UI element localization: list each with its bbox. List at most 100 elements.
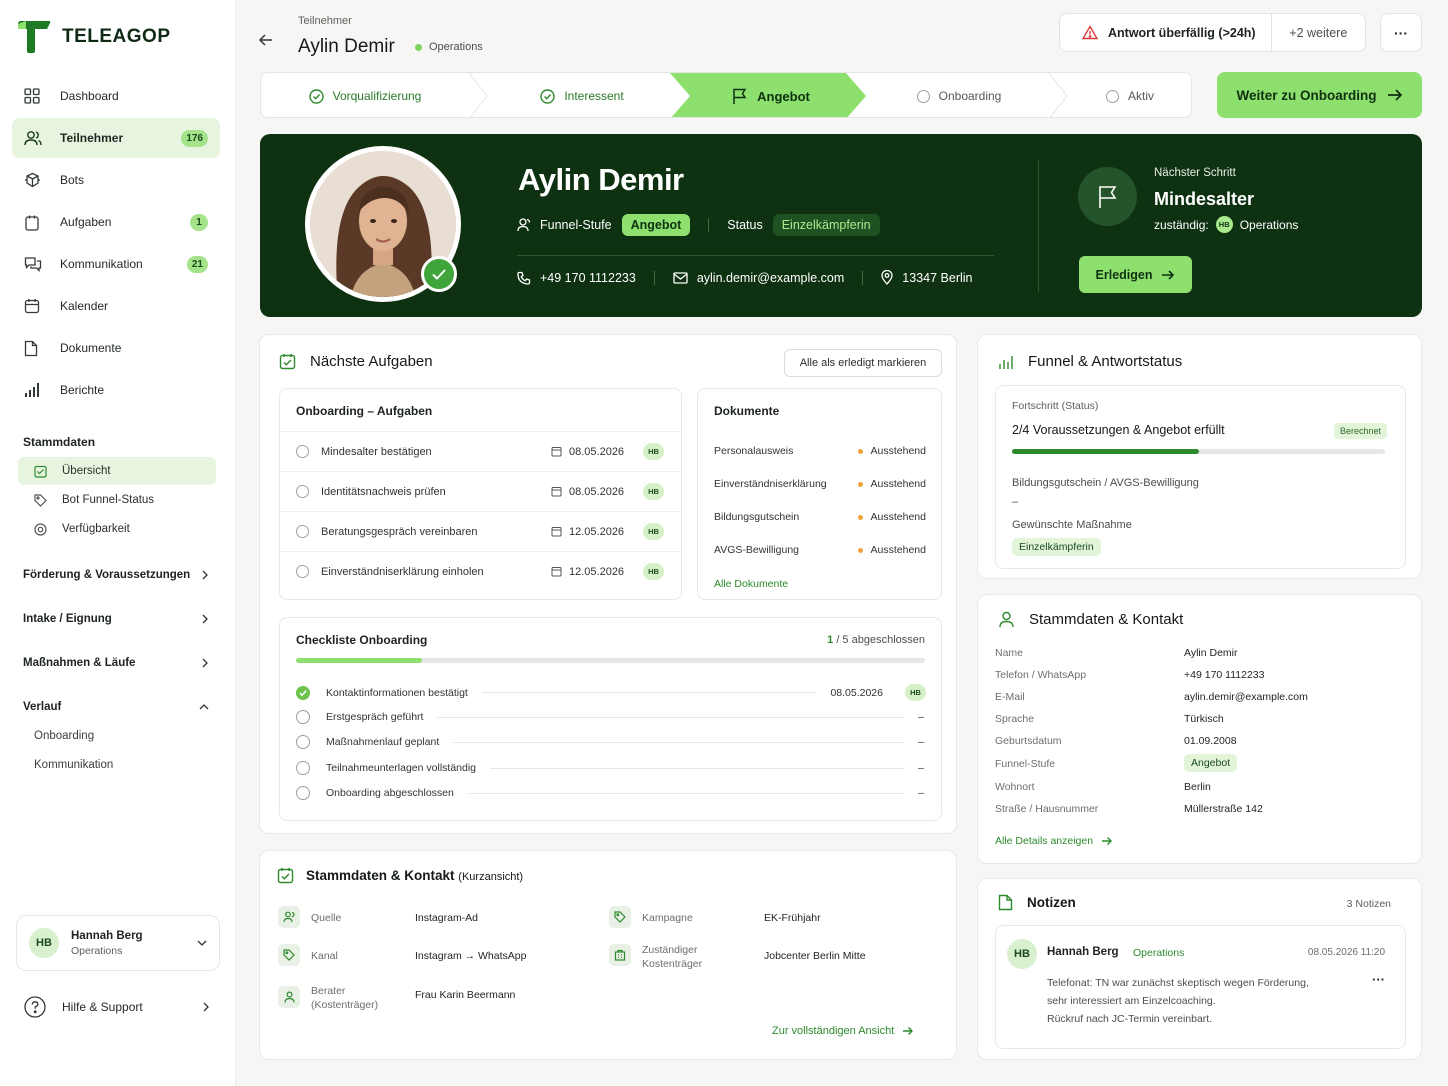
section-title-stammdaten: Stammdaten — [23, 435, 96, 449]
nav-item-kommunikation[interactable]: Kommunikation 21 — [12, 244, 220, 284]
checklist-checkbox[interactable] — [296, 761, 310, 775]
nav-item-aufgaben[interactable]: Aufgaben 1 — [12, 202, 220, 242]
email-link[interactable]: aylin.demir@example.com — [697, 271, 844, 285]
note-more-button[interactable]: ··· — [1372, 972, 1385, 987]
task-checkbox[interactable] — [296, 565, 309, 578]
group-label: Maßnahmen & Läufe — [23, 657, 136, 669]
task-row[interactable]: Identitätsnachweis prüfen 08.05.2026 HB — [280, 471, 681, 511]
group-label: Intake / Eignung — [23, 613, 112, 625]
document-row[interactable]: Einverständniserklärung Ausstehend — [714, 478, 926, 490]
card-title-text: Stammdaten & Kontakt — [1029, 611, 1184, 628]
breadcrumb[interactable]: Teilnehmer — [298, 15, 352, 27]
pending-dot — [857, 548, 863, 553]
step-onboarding[interactable]: Onboarding — [867, 73, 1051, 117]
main-nav: Dashboard Teilnehmer 176 Bots Aufgaben 1… — [12, 76, 220, 412]
sub-item-uebersicht[interactable]: Übersicht — [18, 457, 216, 485]
nav-item-dokumente[interactable]: Dokumente — [12, 328, 220, 368]
nav-label: Dokumente — [60, 341, 122, 355]
group-intake[interactable]: Intake / Eignung — [23, 613, 209, 625]
divider — [1038, 160, 1039, 292]
app-logo[interactable]: TELEAGOP — [16, 20, 171, 54]
task-checkbox[interactable] — [296, 525, 309, 538]
responsible-label: zuständig: — [1154, 217, 1209, 232]
sub-item-bot-funnel-status[interactable]: Bot Funnel-Status — [18, 486, 216, 514]
document-row[interactable]: Bildungsgutschein Ausstehend — [714, 511, 926, 523]
task-row[interactable]: Einverständniserklärung einholen 12.05.2… — [280, 551, 681, 591]
tag-icon — [34, 493, 50, 507]
verlauf-item-onboarding[interactable]: Onboarding — [34, 730, 94, 742]
document-status: Ausstehend — [870, 544, 926, 556]
more-alerts-button[interactable]: +2 weitere — [1272, 26, 1365, 40]
task-row[interactable]: Mindesalter bestätigen 08.05.2026 HB — [280, 431, 681, 471]
sub-item-verfuegbarkeit[interactable]: Verfügbarkeit — [18, 515, 216, 543]
checklist-checkbox[interactable] — [296, 735, 310, 749]
measure-badge: Einzelkämpferin — [1012, 538, 1101, 556]
participant-meta: Funnel-Stufe Angebot Status Einzelkämpfe… — [517, 214, 880, 236]
more-options-button[interactable]: ··· — [1380, 13, 1422, 52]
step-label: Vorqualifizierung — [332, 89, 422, 103]
empty-circle-icon — [1105, 89, 1119, 103]
all-documents-link[interactable]: Alle Dokumente — [714, 578, 788, 590]
overdue-alert[interactable]: Antwort überfällig (>24h) — [1060, 14, 1272, 51]
full-view-link[interactable]: Zur vollständigen Ansicht — [772, 1025, 914, 1037]
alert-text: Antwort überfällig (>24h) — [1108, 25, 1256, 40]
users-icon — [278, 906, 300, 928]
leader-line — [453, 741, 905, 743]
field-label: Telefon / WhatsApp — [995, 669, 1087, 681]
owner-avatar: HB — [643, 563, 664, 580]
phone-link[interactable]: +49 170 1112233 — [540, 271, 636, 285]
checklist-date: – — [918, 787, 924, 799]
checklist-checkbox[interactable] — [296, 710, 310, 724]
document-label: Personalausweis — [714, 445, 794, 457]
group-verlauf[interactable]: Verlauf — [23, 701, 209, 713]
count-badge: 21 — [186, 255, 208, 273]
checklist-item[interactable]: Maßnahmenlauf geplant – — [296, 735, 926, 749]
panel-title: Dokumente — [714, 404, 780, 418]
document-label: Bildungsgutschein — [714, 511, 800, 523]
nav-item-teilnehmer[interactable]: Teilnehmer 176 — [12, 118, 220, 158]
document-row[interactable]: AVGS-Bewilligung Ausstehend — [714, 544, 926, 556]
complete-step-button[interactable]: Erledigen — [1079, 256, 1192, 293]
checklist-checkbox[interactable] — [296, 786, 310, 800]
field-label: Berater (Kostenträger) — [311, 985, 379, 1011]
user-menu[interactable]: HB Hannah Berg Operations — [16, 915, 220, 971]
back-arrow-icon[interactable] — [258, 32, 274, 48]
step-interessent[interactable]: Interessent — [487, 73, 677, 117]
next-stage-button[interactable]: Weiter zu Onboarding — [1217, 72, 1422, 118]
nav-item-bots[interactable]: Bots — [12, 160, 220, 200]
checklist-item[interactable]: Kontaktinformationen bestätigt 08.05.202… — [296, 684, 926, 701]
field-value: Instagram-Ad — [415, 912, 479, 924]
task-checkbox[interactable] — [296, 485, 309, 498]
step-angebot[interactable]: Angebot — [681, 73, 861, 117]
progress-label: Fortschritt (Status) — [1012, 400, 1099, 412]
task-row[interactable]: Beratungsgespräch vereinbaren 12.05.2026… — [280, 511, 681, 551]
all-details-link[interactable]: Alle Details anzeigen — [995, 835, 1113, 847]
measure-label: Gewünschte Maßnahme — [1012, 519, 1132, 531]
funnel-stage-badge: Angebot — [621, 214, 691, 236]
mark-all-done-button[interactable]: Alle als erledigt markieren — [784, 349, 942, 377]
notes-count: 3 Notizen — [1346, 898, 1391, 910]
checklist-label: Kontaktinformationen bestätigt — [326, 686, 468, 699]
nav-item-berichte[interactable]: Berichte — [12, 370, 220, 410]
checked-circle-icon[interactable] — [296, 685, 310, 700]
step-aktiv[interactable]: Aktiv — [1067, 73, 1191, 117]
checklist-item[interactable]: Teilnahmeunterlagen vollständig – — [296, 761, 926, 775]
checklist-item[interactable]: Onboarding abgeschlossen – — [296, 786, 926, 800]
document-status: Ausstehend — [870, 445, 926, 457]
building-icon — [609, 944, 631, 966]
nav-label: Kalender — [60, 299, 109, 313]
help-support-link[interactable]: Hilfe & Support — [24, 996, 210, 1018]
verlauf-item-kommunikation[interactable]: Kommunikation — [34, 759, 113, 771]
owner-avatar: HB — [905, 684, 926, 701]
document-status: Ausstehend — [870, 511, 926, 523]
group-massnahmen[interactable]: Maßnahmen & Läufe — [23, 657, 209, 669]
nav-item-kalender[interactable]: Kalender — [12, 286, 220, 326]
step-vorqualifizierung[interactable]: Vorqualifizierung — [261, 73, 469, 117]
nav-item-dashboard[interactable]: Dashboard — [12, 76, 220, 116]
checklist-item[interactable]: Erstgespräch geführt – — [296, 710, 926, 724]
chevron-down-icon — [197, 939, 207, 947]
task-checkbox[interactable] — [296, 445, 309, 458]
group-foerderung[interactable]: Förderung & Voraussetzungen — [23, 569, 209, 581]
document-row[interactable]: Personalausweis Ausstehend — [714, 445, 926, 457]
note-item[interactable]: HB Hannah Berg Operations 08.05.2026 11:… — [995, 925, 1406, 1049]
